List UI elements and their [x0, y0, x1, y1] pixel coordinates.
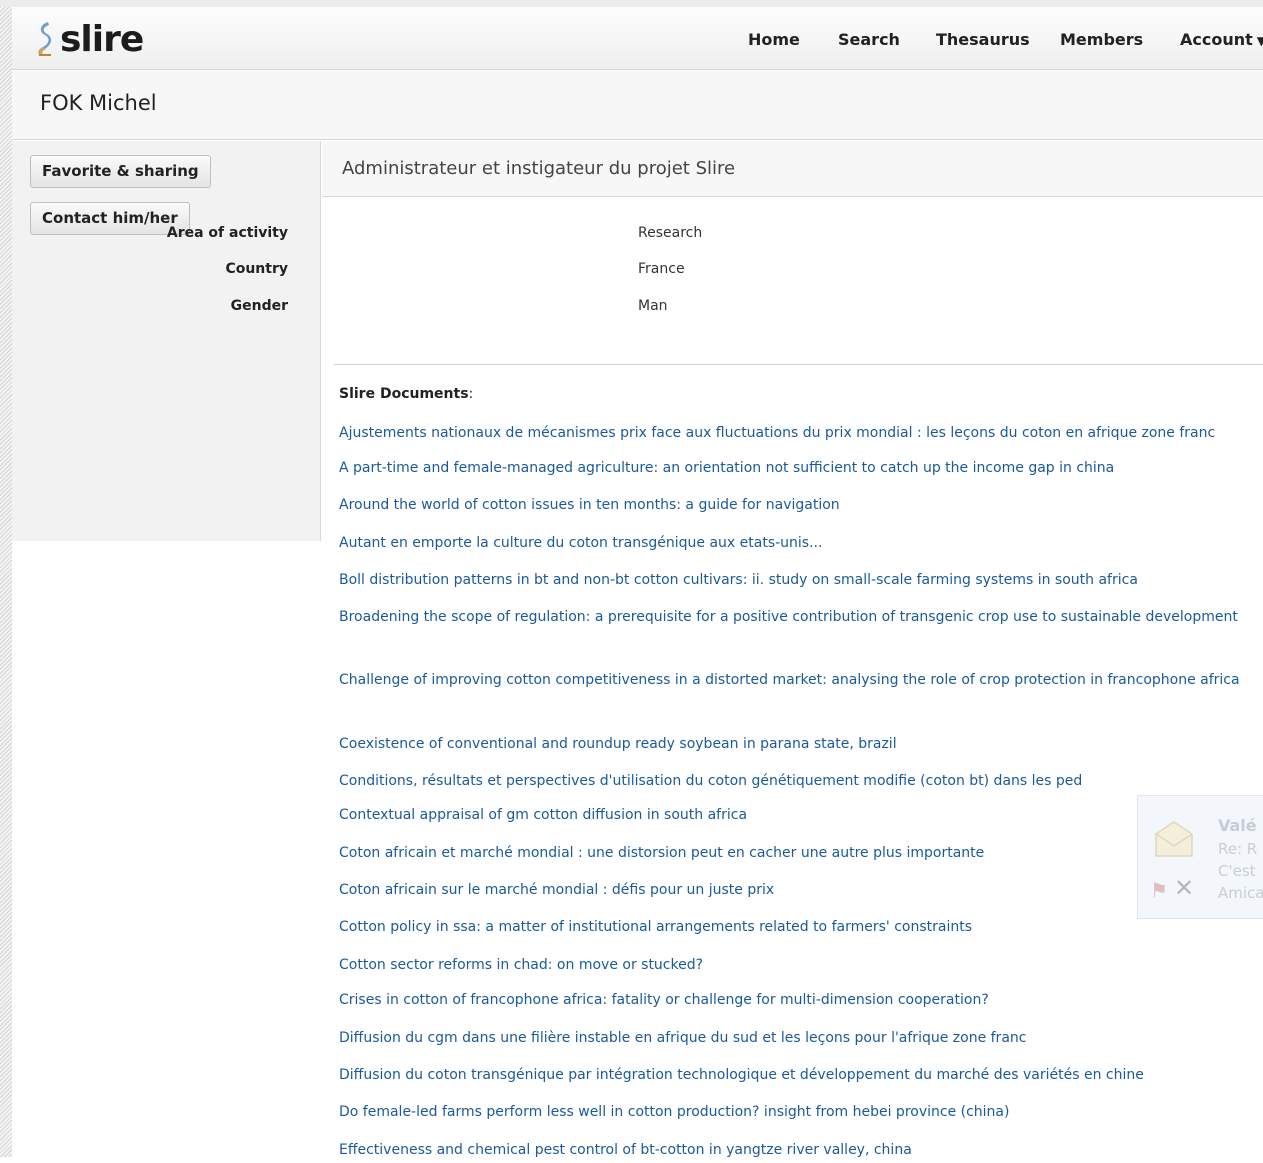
document-link[interactable]: Ajustements nationaux de mécanismes prix… — [339, 420, 1263, 446]
document-link[interactable]: Coton africain et marché mondial : une d… — [339, 840, 1263, 866]
field-gender: Gender Man — [231, 298, 922, 318]
profile-main: Administrateur et instigateur du projet … — [167, 141, 1263, 1158]
field-area-of-activity: Area of activity Research — [167, 225, 922, 245]
close-icon[interactable]: ✕ — [1174, 874, 1194, 902]
section-divider — [334, 364, 1263, 365]
document-link[interactable]: Around the world of cotton issues in ten… — [339, 492, 1263, 518]
sidebar: Favorite & sharing Contact him/her — [12, 141, 321, 541]
chevron-down-icon: ▼ — [1256, 34, 1263, 48]
nav-home[interactable]: Home — [748, 30, 800, 49]
document-link[interactable]: Autant en emporte la culture du coton tr… — [339, 530, 1263, 556]
document-link[interactable]: Crises in cotton of francophone africa: … — [339, 987, 1263, 1013]
profile-subtitle-bar: Administrateur et instigateur du projet … — [322, 141, 1263, 197]
document-link[interactable]: Cotton policy in ssa: a matter of instit… — [339, 914, 1263, 940]
documents-title: Slire Documents — [339, 386, 469, 402]
document-link[interactable]: Cotton sector reforms in chad: on move o… — [339, 952, 1263, 978]
document-link[interactable]: A part-time and female-managed agricultu… — [339, 455, 1263, 481]
documents-heading: Slire Documents: — [339, 386, 474, 402]
document-link[interactable]: Coton africain sur le marché mondial : d… — [339, 877, 1263, 903]
logo-text: slire — [60, 18, 144, 60]
document-link[interactable]: Boll distribution patterns in bt and non… — [339, 567, 1263, 593]
field-country: Country France — [225, 261, 922, 281]
page-title: FOK Michel — [40, 91, 157, 115]
site-header: slire Home Search Thesaurus Members Acco… — [12, 7, 1263, 70]
site-logo[interactable]: slire — [34, 18, 144, 60]
page-title-bar: FOK Michel — [12, 71, 1263, 140]
field-label: Country — [225, 261, 288, 277]
document-link[interactable]: Broadening the scope of regulation: a pr… — [339, 604, 1263, 656]
browser-top-strip — [0, 0, 1263, 7]
nav-account[interactable]: Account ▼ — [1180, 30, 1263, 49]
document-link[interactable]: Conditions, résultats et perspectives d'… — [339, 768, 1263, 794]
nav-thesaurus[interactable]: Thesaurus — [936, 30, 1030, 49]
document-link[interactable]: Diffusion du coton transgénique par inté… — [339, 1062, 1263, 1088]
notification-sender: Valé — [1218, 816, 1257, 835]
nav-search[interactable]: Search — [838, 30, 900, 49]
nav-members[interactable]: Members — [1060, 30, 1143, 49]
field-value: Man — [638, 298, 668, 314]
profile-subtitle: Administrateur et instigateur du projet … — [342, 158, 736, 179]
envelope-icon — [1155, 821, 1193, 857]
document-link[interactable]: Do female-led farms perform less well in… — [339, 1099, 1263, 1125]
document-link[interactable]: Diffusion du cgm dans une filière instab… — [339, 1025, 1263, 1051]
document-link[interactable]: Coexistence of conventional and roundup … — [339, 731, 1263, 757]
field-label: Gender — [230, 298, 288, 314]
nav-account-label: Account — [1180, 30, 1253, 49]
notification-preview: C'est — [1218, 862, 1256, 880]
notification-subject: Re: R — [1218, 840, 1258, 858]
slire-logo-icon — [38, 22, 52, 56]
left-edge-pattern — [0, 7, 12, 1157]
notification-preview: Amica — [1218, 884, 1263, 902]
field-value: France — [638, 261, 685, 277]
flag-icon[interactable]: ⚑ — [1150, 878, 1168, 902]
document-link[interactable]: Effectiveness and chemical pest control … — [339, 1137, 1263, 1163]
document-link[interactable]: Challenge of improving cotton competitiv… — [339, 667, 1263, 719]
document-link[interactable]: Contextual appraisal of gm cotton diffus… — [339, 802, 1263, 828]
favorite-sharing-button[interactable]: Favorite & sharing — [30, 155, 211, 188]
mail-notification[interactable]: ⚑ ✕ Valé Re: R C'est Amica — [1137, 795, 1263, 919]
field-value: Research — [638, 225, 703, 241]
field-label: Area of activity — [166, 225, 288, 241]
